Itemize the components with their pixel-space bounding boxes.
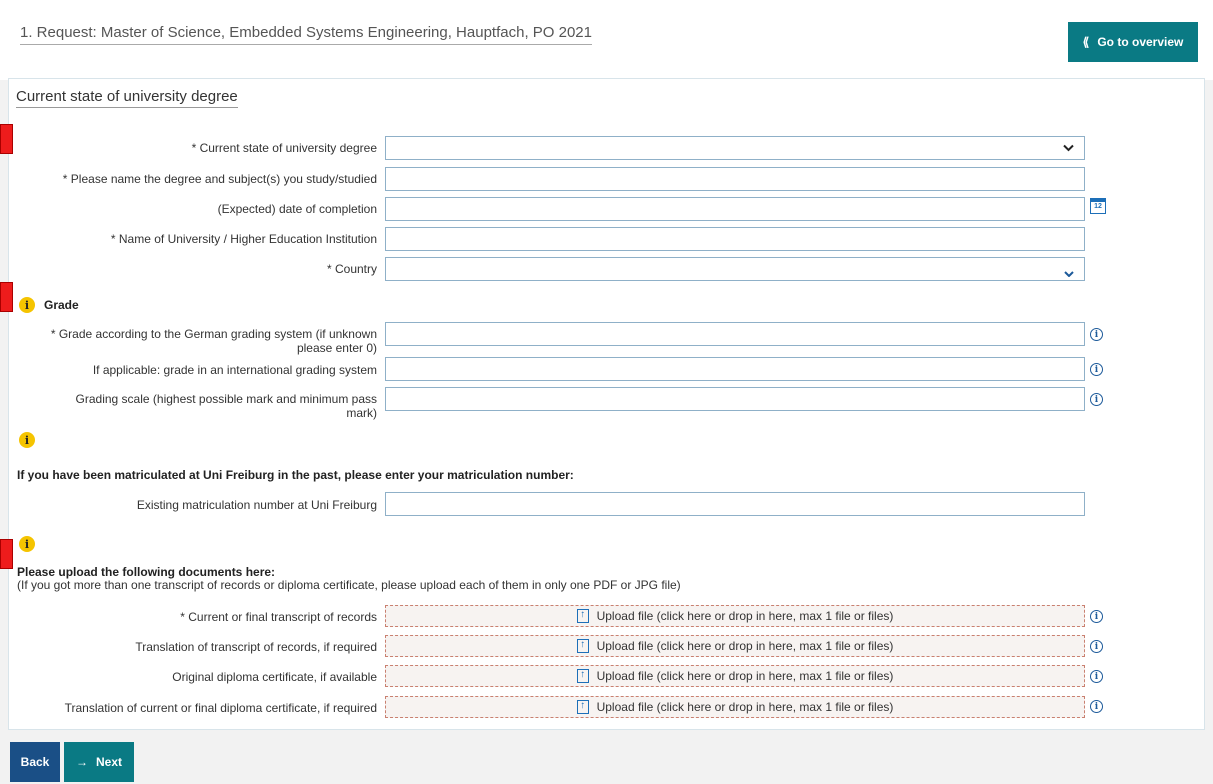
calendar-icon[interactable]: 12 [1090,198,1106,214]
info-icon[interactable]: i [1090,670,1103,683]
documents-heading: Please upload the following documents he… [17,565,276,579]
matriculation-number-input[interactable] [385,492,1085,516]
go-to-overview-button[interactable]: ⟪ Go to overview [1068,22,1198,62]
info-icon[interactable]: i [1090,700,1103,713]
grading-scale-input[interactable] [385,387,1085,411]
chevron-down-icon [1063,141,1074,155]
grade-heading: Grade [44,298,79,312]
upload-dropzone[interactable]: ↑ Upload file (click here or drop in her… [385,635,1085,657]
country-select[interactable] [385,257,1085,281]
upload-icon: ↑ [576,639,589,653]
upload-text: Upload file (click here or drop in here,… [596,700,894,714]
upload-icon: ↑ [576,700,589,714]
country-label: * Country [326,262,377,276]
international-grade-input[interactable] [385,357,1085,381]
arrow-right-icon: → [75,755,88,769]
document-label: Translation of transcript of records, if… [135,640,377,654]
section-title: Current state of university degree [16,88,238,108]
upload-dropzone[interactable]: ↑ Upload file (click here or drop in her… [385,696,1085,718]
upload-text: Upload file (click here or drop in here,… [596,609,894,623]
caret-down-icon [1064,266,1074,280]
completion-date-input[interactable] [385,197,1085,221]
info-yellow-icon: i [19,432,35,448]
current-state-label: * Current state of university degree [191,141,377,155]
upload-text: Upload file (click here or drop in here,… [596,639,894,653]
back-button[interactable]: Back [10,742,60,782]
go-to-overview-label: Go to overview [1097,35,1184,49]
double-chevron-left-icon: ⟪ [1082,35,1090,49]
upload-text: Upload file (click here or drop in here,… [596,669,894,683]
info-yellow-icon: i [19,297,35,313]
degree-subject-input[interactable] [385,167,1085,191]
document-label: Translation of current or final diploma … [64,701,377,715]
next-label: Next [95,755,122,769]
info-icon[interactable]: i [1090,363,1103,376]
upload-dropzone[interactable]: ↑ Upload file (click here or drop in her… [385,605,1085,627]
request-title: 1. Request: Master of Science, Embedded … [20,24,592,45]
document-label: * Current or final transcript of records [180,610,377,624]
upload-icon: ↑ [576,609,589,623]
matriculation-instruction: If you have been matriculated at Uni Fre… [17,468,574,482]
german-grade-label: * Grade according to the German grading … [50,327,377,355]
document-label: Original diploma certificate, if availab… [172,670,377,684]
info-icon[interactable]: i [1090,393,1103,406]
grading-scale-label: Grading scale (highest possible mark and… [75,392,377,420]
university-input[interactable] [385,227,1085,251]
university-label: * Name of University / Higher Education … [110,232,377,246]
upload-dropzone[interactable]: ↑ Upload file (click here or drop in her… [385,665,1085,687]
info-yellow-icon: i [19,536,35,552]
current-state-select[interactable] [385,136,1085,160]
documents-subtext: (If you got more than one transcript of … [17,578,681,592]
info-icon[interactable]: i [1090,640,1103,653]
red-marker [0,124,13,154]
degree-subject-label: * Please name the degree and subject(s) … [62,172,377,186]
next-button[interactable]: → Next [64,742,134,782]
red-marker [0,282,13,312]
completion-date-label: (Expected) date of completion [217,202,377,216]
international-grade-label: If applicable: grade in an international… [92,363,377,377]
info-icon[interactable]: i [1090,610,1103,623]
matriculation-number-label: Existing matriculation number at Uni Fre… [136,498,377,512]
info-icon[interactable]: i [1090,328,1103,341]
calendar-day: 12 [1094,203,1102,210]
german-grade-input[interactable] [385,322,1085,346]
red-marker [0,539,13,569]
upload-icon: ↑ [576,669,589,683]
